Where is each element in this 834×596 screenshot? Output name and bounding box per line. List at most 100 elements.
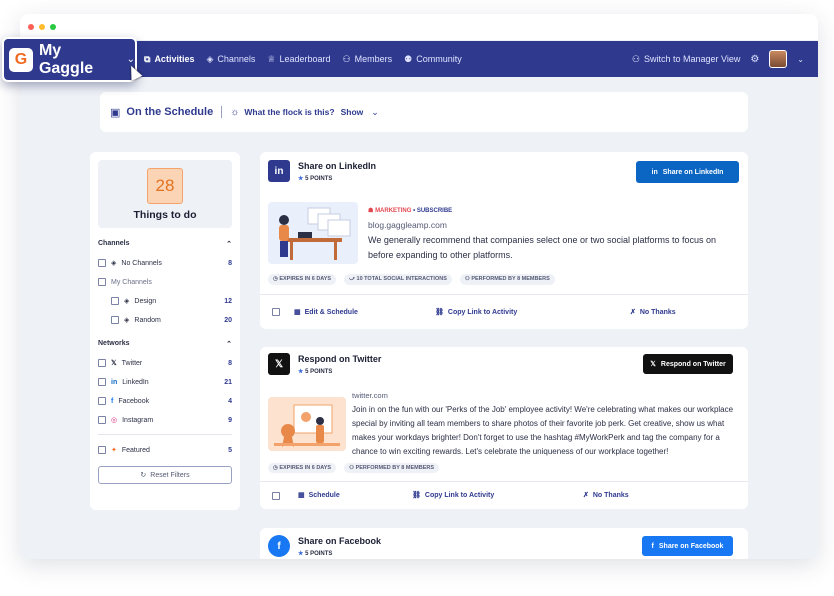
networks-heading[interactable]: Networks ⌃ xyxy=(98,340,232,348)
no-thanks-button[interactable]: ✗ No Thanks xyxy=(583,491,629,500)
thumbs-down-icon: ✗ xyxy=(583,492,589,499)
chevron-down-icon[interactable]: ⌄ xyxy=(797,55,804,64)
members-icon: ⚇ xyxy=(342,53,351,64)
chevron-down-icon[interactable]: ⌄ xyxy=(371,107,379,118)
filter-twitter[interactable]: 𝕏 Twitter 8 xyxy=(98,359,232,367)
checkbox[interactable] xyxy=(98,446,106,454)
reset-filters-button[interactable]: ↻ Reset Filters xyxy=(98,466,232,484)
card-title: Share on LinkedIn xyxy=(298,160,377,171)
nav-members[interactable]: ⚇ Members xyxy=(343,54,393,65)
no-thanks-button[interactable]: ✗ No Thanks xyxy=(630,308,676,317)
filter-facebook[interactable]: f Facebook 4 xyxy=(98,397,232,405)
checkbox[interactable] xyxy=(98,278,106,286)
filter-instagram[interactable]: ◎ Instagram 9 xyxy=(98,416,232,424)
show-toggle[interactable]: Show xyxy=(341,107,364,117)
schedule-bar: ▣ On the Schedule ☼ What the flock is th… xyxy=(100,92,748,132)
schedule-title: On the Schedule xyxy=(126,106,214,118)
checkbox[interactable] xyxy=(98,259,106,267)
card-title: Respond on Twitter xyxy=(298,353,382,364)
marketing-tag[interactable]: MARKETING xyxy=(375,208,411,214)
schedule-icon: ▣ xyxy=(110,106,121,119)
tag-row: ☗ MARKETING • SUBSCRIBE xyxy=(368,207,738,214)
workspace-switcher[interactable]: G My Gaggle ⌄ xyxy=(2,37,137,82)
thumbs-down-icon: ✗ xyxy=(630,309,636,316)
filter-linkedin[interactable]: in LinkedIn 21 xyxy=(98,378,232,386)
x-twitter-icon: 𝕏 xyxy=(650,361,656,368)
subscribe-tag[interactable]: • SUBSCRIBE xyxy=(413,208,452,214)
card-body: We generally recommend that companies se… xyxy=(368,235,717,260)
source-domain[interactable]: blog.gaggleamp.com xyxy=(368,220,738,230)
layers-icon: ◈ xyxy=(124,317,130,324)
article-thumbnail[interactable] xyxy=(268,202,358,264)
checkbox[interactable] xyxy=(111,316,119,324)
layers-icon: ◈ xyxy=(111,260,117,267)
performed-pill: ⚇ PERFORMED BY 8 MEMBERS xyxy=(459,274,555,285)
illustration-award-icon xyxy=(274,404,340,447)
filter-featured[interactable]: ✦ Featured 5 xyxy=(98,446,232,454)
todo-count: 28 xyxy=(147,167,183,204)
nav-community[interactable]: ⚉ Community xyxy=(404,54,462,65)
share-facebook-button[interactable]: f Share on Facebook xyxy=(642,536,733,556)
switch-manager-view[interactable]: ⚇ Switch to Manager View xyxy=(632,54,740,65)
source-domain[interactable]: twitter.com xyxy=(352,391,742,400)
todo-label: Things to do xyxy=(133,208,197,221)
divider xyxy=(98,434,232,435)
respond-twitter-button[interactable]: 𝕏 Respond on Twitter xyxy=(643,354,733,374)
points-badge: ★ 5 POINTS xyxy=(298,368,333,375)
filter-my-channels[interactable]: My Channels xyxy=(98,278,232,286)
close-dot[interactable] xyxy=(28,24,34,30)
select-checkbox[interactable] xyxy=(272,492,280,500)
expiry-pill: ◷ EXPIRES IN 6 DAYS xyxy=(268,463,337,473)
channels-heading[interactable]: Channels ⌃ xyxy=(98,240,232,248)
gaggle-logo-icon: G xyxy=(9,47,33,72)
checkbox[interactable] xyxy=(111,297,119,305)
filter-no-channels[interactable]: ◈ No Channels 8 xyxy=(98,259,232,267)
trophy-icon: ♕ xyxy=(267,53,276,64)
activity-card-linkedin: in Share on LinkedIn ★ 5 POINTS in Share … xyxy=(260,152,748,329)
interactions-pill: ⤻ 10 TOTAL SOCIAL INTERACTIONS xyxy=(344,274,452,285)
facebook-icon: f xyxy=(268,535,290,557)
copy-link-button[interactable]: ⛓ Copy Link to Activity xyxy=(412,491,494,500)
avatar[interactable] xyxy=(769,50,788,68)
nav-leaderboard[interactable]: ♕ Leaderboard xyxy=(267,54,330,65)
card-actions: ▦ Edit & Schedule ⛓ Copy Link to Activity … xyxy=(260,294,748,329)
x-twitter-icon: 𝕏 xyxy=(268,353,290,375)
maximize-dot[interactable] xyxy=(50,24,56,30)
checkbox[interactable] xyxy=(98,397,106,405)
schedule-button[interactable]: ▦ Schedule xyxy=(298,491,340,500)
copy-link-button[interactable]: ⛓ Copy Link to Activity xyxy=(435,308,517,317)
settings-icon[interactable]: ⚙ xyxy=(750,54,759,65)
activity-card-facebook: f Share on Facebook ★ 5 POINTS f Share on… xyxy=(260,528,748,559)
card-body: Join in on the fun with our 'Perks of th… xyxy=(352,405,734,456)
calendar-icon: ▦ xyxy=(298,492,305,499)
checkbox[interactable] xyxy=(98,416,106,424)
nav-activities[interactable]: ⧉ Activities xyxy=(144,54,194,65)
checkbox[interactable] xyxy=(98,378,106,386)
link-icon: ⛓ xyxy=(412,492,421,499)
select-checkbox[interactable] xyxy=(272,308,280,316)
illustration-desk-icon xyxy=(279,207,351,260)
share-linkedin-button[interactable]: in Share on LinkedIn xyxy=(636,161,739,183)
x-twitter-icon: 𝕏 xyxy=(111,360,117,367)
instagram-icon: ◎ xyxy=(111,417,118,424)
checkbox[interactable] xyxy=(98,359,106,367)
minimize-dot[interactable] xyxy=(39,24,45,30)
tag-icon: ☗ xyxy=(368,208,374,214)
filter-random[interactable]: ◈ Random 20 xyxy=(98,316,232,324)
calendar-icon: ▦ xyxy=(294,309,301,316)
workspace-name: My Gaggle xyxy=(38,41,94,77)
star-icon: ★ xyxy=(298,175,304,182)
post-thumbnail[interactable] xyxy=(268,397,346,451)
reset-icon: ↻ xyxy=(140,472,147,479)
filter-sidebar: 28 Things to do Channels ⌃ ◈ No Channels … xyxy=(90,152,240,510)
chevron-up-icon[interactable]: ⌃ xyxy=(226,340,232,348)
filter-design[interactable]: ◈ Design 12 xyxy=(98,297,232,305)
points-badge: ★ 5 POINTS xyxy=(298,550,333,557)
star-icon: ★ xyxy=(298,550,304,557)
nav-channels[interactable]: ◈ Channels xyxy=(206,54,255,65)
community-icon: ⚉ xyxy=(404,53,413,64)
edit-schedule-button[interactable]: ▦ Edit & Schedule xyxy=(294,308,358,317)
chevron-up-icon[interactable]: ⌃ xyxy=(226,240,232,248)
expiry-pill: ◷ EXPIRES IN 6 DAYS xyxy=(268,274,337,285)
meta-row: ◷ EXPIRES IN 6 DAYS ⤻ 10 TOTAL SOCIAL IN… xyxy=(268,274,555,285)
